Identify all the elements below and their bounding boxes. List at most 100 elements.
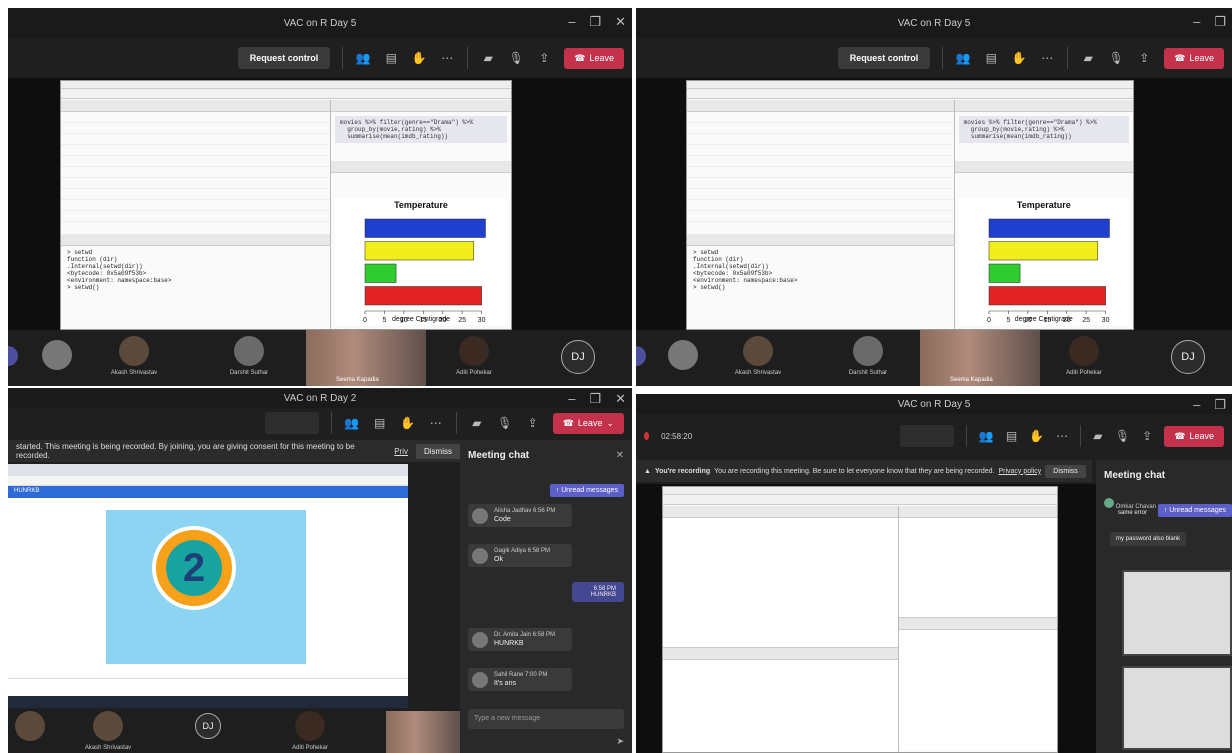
table-row <box>61 134 330 145</box>
participants-icon[interactable]: 👥 <box>355 51 371 65</box>
chat-icon[interactable]: ▤ <box>372 416 388 430</box>
mic-off-icon[interactable]: 🎙 <box>1108 51 1124 65</box>
chat-icon[interactable]: ▤ <box>1006 429 1017 443</box>
console-output[interactable] <box>663 660 899 752</box>
code-editor[interactable] <box>663 518 899 648</box>
close-chat-icon[interactable]: ✕ <box>616 450 624 461</box>
avatar <box>15 711 45 741</box>
leave-button[interactable]: ☎ Leave <box>564 47 624 69</box>
more-options-icon[interactable]: ⋯ <box>439 51 455 65</box>
rstudio-window: > setwd function (dir) .Internal(setwd(d… <box>686 80 1134 330</box>
camera-off-icon[interactable]: ▰ <box>480 51 496 65</box>
share-icon[interactable]: ⇪ <box>1142 429 1152 443</box>
more-options-icon[interactable]: ⋯ <box>428 416 444 430</box>
mic-icon[interactable]: 🎙 <box>497 416 513 430</box>
rstudio-right-panes <box>899 506 1057 752</box>
mic-icon[interactable]: 🎙 <box>1115 429 1130 443</box>
send-icon[interactable]: ➤ <box>616 736 624 747</box>
table-row <box>687 167 954 178</box>
participant-strip: Akash Shrivastav DJ Aditi Pohekar <box>8 709 460 753</box>
share-icon[interactable]: ⇪ <box>525 416 541 430</box>
chat-icon[interactable]: ▤ <box>383 51 399 65</box>
title-bar: VAC on R Day 2 – ❐ ✕ <box>8 388 632 408</box>
leave-label: Leave <box>1189 431 1215 441</box>
avatar <box>234 336 264 366</box>
leave-button[interactable]: ☎ Leave <box>1164 425 1225 447</box>
rstudio-menu-bar <box>61 81 511 89</box>
chart-title: Temperature <box>1016 200 1071 210</box>
avatar <box>472 632 488 648</box>
console-tabs <box>61 234 330 246</box>
mic-off-icon[interactable]: 🎙 <box>508 51 524 65</box>
camera-icon[interactable]: ▰ <box>469 416 485 430</box>
x-axis-label: degree Centigrade <box>392 316 450 323</box>
plots-tabs <box>954 161 1133 173</box>
meeting-toolbar: 👥 ▤ ✋ ⋯ ▰ 🎙 ⇪ ☎ Leave ⌄ <box>8 408 632 438</box>
participants-icon[interactable]: 👥 <box>979 429 994 443</box>
environment-list <box>899 518 1057 618</box>
history-code: movies %>% filter(genre=="Drama") %>% gr… <box>958 116 1129 143</box>
table-row <box>687 123 954 134</box>
bar-3 <box>988 263 1020 283</box>
raise-hand-icon[interactable]: ✋ <box>400 416 416 430</box>
rstudio-left-panes: > setwd function (dir) .Internal(setwd(d… <box>61 100 331 329</box>
participant-name: Aditi Pohekar <box>1066 370 1102 376</box>
unread-messages-button[interactable]: ↑ Unread messages <box>1157 504 1232 517</box>
maximize-icon[interactable]: ❐ <box>589 14 601 30</box>
avatar <box>472 548 488 564</box>
camera-off-icon[interactable]: ▰ <box>1080 51 1096 65</box>
leave-label: Leave <box>577 418 603 428</box>
participants-icon[interactable]: 👥 <box>955 51 971 65</box>
quiz-footer <box>8 678 408 692</box>
request-control-button[interactable]: Request control <box>837 47 931 69</box>
participant-tile: Darshit Suthar <box>832 334 904 382</box>
leave-button[interactable]: ☎ Leave ⌄ <box>552 412 624 434</box>
request-control-button[interactable] <box>900 425 955 447</box>
more-options-icon[interactable]: ⋯ <box>1056 429 1068 443</box>
minimize-icon[interactable]: – <box>1193 397 1200 413</box>
participant-name: Darshit Suthar <box>848 370 888 376</box>
unread-messages-button[interactable]: ↑ Unread messages <box>549 484 624 497</box>
console-output[interactable]: > setwd function (dir) .Internal(setwd(d… <box>687 246 954 294</box>
share-icon[interactable]: ⇪ <box>536 51 552 65</box>
participants-icon[interactable]: 👥 <box>344 416 360 430</box>
scroll-left-icon[interactable] <box>8 346 18 366</box>
teams-window-bottom-right: VAC on R Day 5 – ❐ 02:58:20 👥 ▤ ✋ ⋯ ▰ 🎙 ⇪… <box>636 394 1232 753</box>
message-input[interactable]: Type a new message <box>468 709 624 729</box>
dismiss-button[interactable]: Dismiss <box>416 443 460 459</box>
maximize-icon[interactable]: ❐ <box>1214 397 1226 413</box>
share-icon[interactable]: ⇪ <box>1136 51 1152 65</box>
bar-4 <box>988 286 1106 306</box>
request-control-button[interactable]: Request control <box>237 47 331 69</box>
more-options-icon[interactable]: ⋯ <box>1039 51 1055 65</box>
minimize-icon[interactable]: – <box>568 14 575 30</box>
close-icon[interactable]: ✕ <box>615 391 626 407</box>
minimize-icon[interactable]: – <box>1193 14 1200 30</box>
privacy-link[interactable]: Privacy policy <box>998 468 1041 475</box>
scroll-left-icon[interactable] <box>636 346 646 366</box>
maximize-icon[interactable]: ❐ <box>589 391 601 407</box>
leave-button[interactable]: ☎ Leave <box>1164 47 1224 69</box>
camera-icon[interactable]: ▰ <box>1093 429 1103 443</box>
raise-hand-icon[interactable]: ✋ <box>1011 51 1027 65</box>
dismiss-button[interactable]: Dismiss <box>1045 464 1086 478</box>
participant-tile: DJ <box>1152 334 1224 382</box>
recording-bold: You're recording <box>654 467 711 475</box>
minimize-icon[interactable]: – <box>568 391 575 407</box>
console-output[interactable]: > setwd function (dir) .Internal(setwd(d… <box>61 246 330 294</box>
meeting-title: VAC on R Day 5 <box>897 17 971 29</box>
raise-hand-icon[interactable]: ✋ <box>1029 429 1044 443</box>
participant-tile: Darshit Suthar <box>213 334 285 382</box>
privacy-link[interactable]: Priv <box>394 447 408 456</box>
quiz-header: HUNRKB <box>8 486 408 498</box>
plots-tabs <box>331 161 511 173</box>
raise-hand-icon[interactable]: ✋ <box>411 51 427 65</box>
recording-text: started. This meeting is being recorded.… <box>16 442 355 460</box>
bar-2 <box>364 241 475 261</box>
maximize-icon[interactable]: ❐ <box>1214 14 1226 30</box>
close-icon[interactable]: ✕ <box>615 14 626 30</box>
participant-name: Aditi Pohekar <box>292 745 328 751</box>
chat-icon[interactable]: ▤ <box>983 51 999 65</box>
participant-name: Akash Shrivastav <box>734 370 782 376</box>
request-control-button[interactable] <box>264 412 319 434</box>
